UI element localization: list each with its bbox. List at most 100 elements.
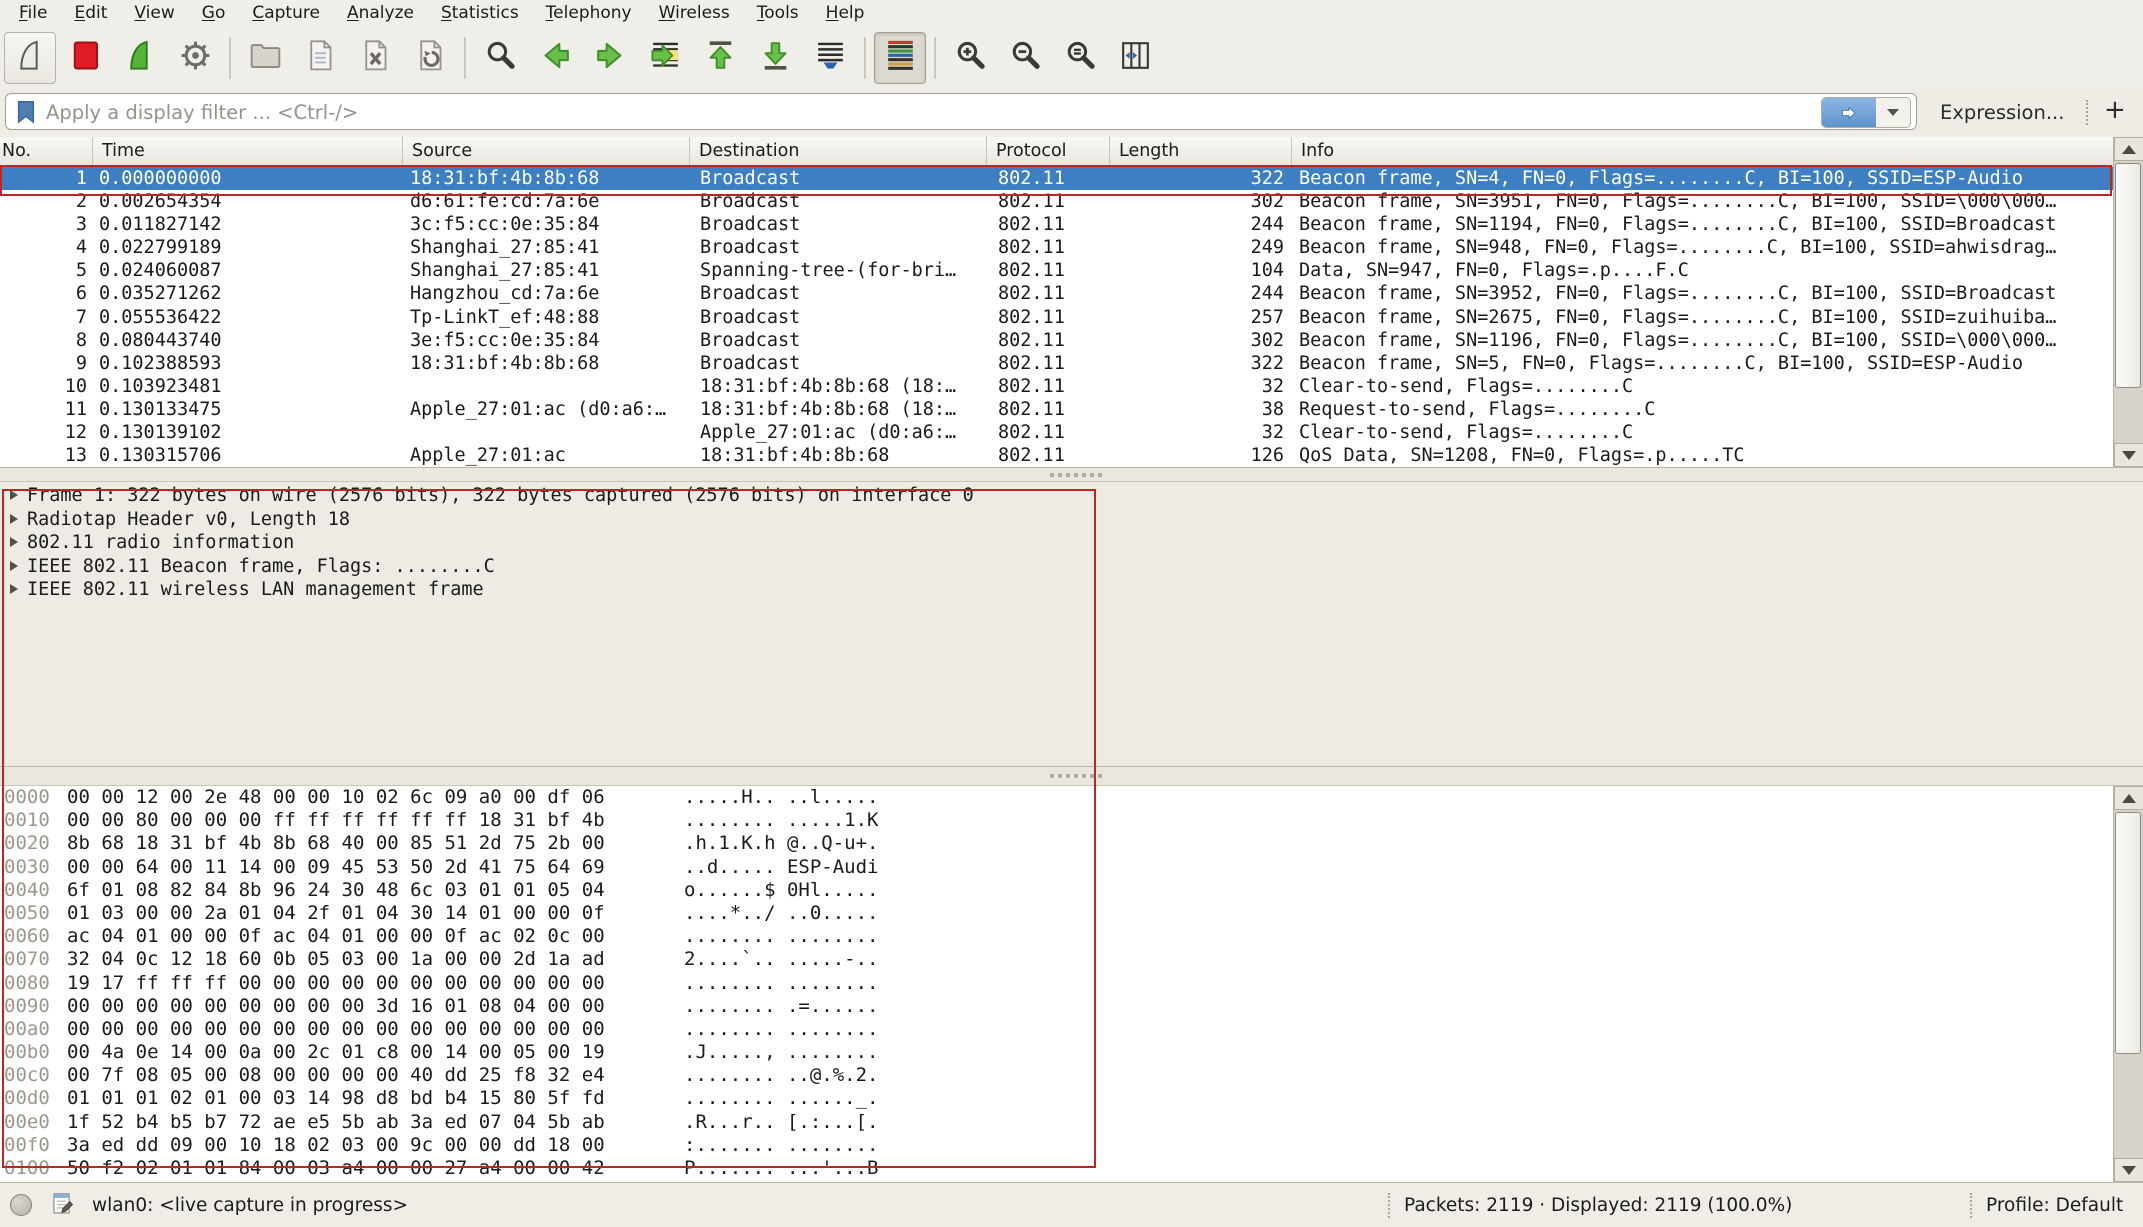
hex-row[interactable]: 0090 00 00 00 00 00 00 00 00 00 3d 16 01… <box>0 995 2113 1018</box>
packet-row[interactable]: 12 0.130139102 Apple_27:01:ac (d0:a6:… 8… <box>0 421 2113 444</box>
close-file-button[interactable] <box>349 32 401 84</box>
add-filter-button[interactable]: + <box>2104 86 2126 134</box>
expander-triangle-icon[interactable] <box>10 514 18 524</box>
menu-item[interactable]: Statistics <box>428 1 533 26</box>
go-first-packet-button[interactable] <box>694 32 746 84</box>
go-last-packet-button[interactable] <box>749 32 801 84</box>
hex-row[interactable]: 0020 8b 68 18 31 bf 4b 8b 68 40 00 85 51… <box>0 832 2113 855</box>
packet-row[interactable]: 8 0.080443740 3e:f5:cc:0e:35:84 Broadcas… <box>0 329 2113 352</box>
hex-row[interactable]: 0070 32 04 0c 12 18 60 0b 05 03 00 1a 00… <box>0 948 2113 971</box>
go-to-packet-button[interactable] <box>639 32 691 84</box>
expander-triangle-icon[interactable] <box>10 490 18 500</box>
packet-row[interactable]: 13 0.130315706 Apple_27:01:ac 18:31:bf:4… <box>0 444 2113 467</box>
splitter-handle[interactable] <box>1050 473 1102 477</box>
detail-tree-line[interactable]: Radiotap Header v0, Length 18 <box>0 508 2143 532</box>
auto-scroll-button[interactable] <box>804 32 856 84</box>
menu-item[interactable]: Edit <box>61 1 121 26</box>
packet-row[interactable]: 9 0.102388593 18:31:bf:4b:8b:68 Broadcas… <box>0 352 2113 375</box>
pane-splitter-top[interactable] <box>0 467 2143 482</box>
menu-item[interactable]: Wireless <box>646 1 744 26</box>
hex-row[interactable]: 00c0 00 7f 08 05 00 08 00 00 00 00 40 dd… <box>0 1064 2113 1087</box>
menu-item[interactable]: Tools <box>744 1 813 26</box>
resize-columns-button[interactable] <box>1109 32 1161 84</box>
scrollbar-thumb[interactable] <box>2115 812 2141 1054</box>
find-packet-button[interactable] <box>474 32 526 84</box>
column-header-destination[interactable]: Destination <box>690 137 987 166</box>
hex-row[interactable]: 00b0 00 4a 0e 14 00 0a 00 2c 01 c8 00 14… <box>0 1041 2113 1064</box>
packet-row[interactable]: 1 0.000000000 18:31:bf:4b:8b:68 Broadcas… <box>0 167 2113 190</box>
detail-tree-line[interactable]: 802.11 radio information <box>0 531 2143 555</box>
column-header-source[interactable]: Source <box>403 137 690 166</box>
expression-button[interactable]: Expression... <box>1940 88 2064 136</box>
display-filter-input-area[interactable] <box>5 93 1917 130</box>
expander-triangle-icon[interactable] <box>10 584 18 594</box>
filter-history-dropdown[interactable] <box>1876 98 1910 127</box>
column-header-info[interactable]: Info <box>1292 137 2113 166</box>
hex-row[interactable]: 0050 01 03 00 00 2a 01 04 2f 01 04 30 14… <box>0 902 2113 925</box>
restart-capture-button[interactable] <box>114 32 166 84</box>
hex-row[interactable]: 0060 ac 04 01 00 00 0f ac 04 01 00 00 0f… <box>0 925 2113 948</box>
capture-comment-icon[interactable] <box>50 1191 77 1223</box>
detail-tree-line[interactable]: Frame 1: 322 bytes on wire (2576 bits), … <box>0 484 2143 508</box>
scroll-down-button[interactable] <box>2114 1158 2143 1182</box>
hex-row[interactable]: 0000 00 00 12 00 2e 48 00 00 10 02 6c 09… <box>0 786 2113 809</box>
expert-info-icon[interactable] <box>10 1194 32 1216</box>
column-header-protocol[interactable]: Protocol <box>987 137 1110 166</box>
packet-row[interactable]: 3 0.011827142 3c:f5:cc:0e:35:84 Broadcas… <box>0 213 2113 236</box>
packet-row[interactable]: 6 0.035271262 Hangzhou_cd:7a:6e Broadcas… <box>0 282 2113 305</box>
zoom-reset-button[interactable] <box>1054 32 1106 84</box>
hex-row[interactable]: 0100 50 f2 02 01 01 84 00 03 a4 00 00 27… <box>0 1157 2113 1180</box>
open-file-button[interactable] <box>239 32 291 84</box>
reload-file-button[interactable] <box>404 32 456 84</box>
packet-row[interactable]: 4 0.022799189 Shanghai_27:85:41 Broadcas… <box>0 236 2113 259</box>
packet-row[interactable]: 11 0.130133475 Apple_27:01:ac (d0:a6:… 1… <box>0 398 2113 421</box>
menu-item[interactable]: Capture <box>239 1 334 26</box>
detail-tree-line[interactable]: IEEE 802.11 Beacon frame, Flags: .......… <box>0 555 2143 579</box>
bytes-pane-scrollbar[interactable] <box>2113 786 2143 1182</box>
stop-capture-button[interactable] <box>59 32 111 84</box>
pane-splitter-bottom[interactable] <box>0 766 2143 786</box>
packet-row[interactable]: 10 0.103923481 18:31:bf:4b:8b:68 (18:… 8… <box>0 375 2113 398</box>
menu-item[interactable]: Telephony <box>533 1 646 26</box>
menu-item[interactable]: Analyze <box>334 1 428 26</box>
hex-row[interactable]: 00d0 01 01 01 02 01 00 03 14 98 d8 bd b4… <box>0 1087 2113 1110</box>
start-capture-button[interactable] <box>4 32 56 84</box>
go-forward-button[interactable] <box>584 32 636 84</box>
menu-item[interactable]: View <box>121 1 188 26</box>
zoom-out-button[interactable] <box>999 32 1051 84</box>
column-header-time[interactable]: Time <box>93 137 403 166</box>
scrollbar-thumb[interactable] <box>2115 163 2141 388</box>
display-filter-input[interactable] <box>44 96 1738 129</box>
scroll-up-button[interactable] <box>2114 786 2143 810</box>
packet-row[interactable]: 2 0.002654354 d6:61:fe:cd:7a:6e Broadcas… <box>0 190 2113 213</box>
apply-filter-button[interactable] <box>1822 98 1876 127</box>
detail-tree-line[interactable]: IEEE 802.11 wireless LAN management fram… <box>0 578 2143 602</box>
menu-item[interactable]: Go <box>189 1 240 26</box>
hex-row[interactable]: 00e0 1f 52 b4 b5 b7 72 ae e5 5b ab 3a ed… <box>0 1111 2113 1134</box>
hex-row[interactable]: 00a0 00 00 00 00 00 00 00 00 00 00 00 00… <box>0 1018 2113 1041</box>
hex-row[interactable]: 0080 19 17 ff ff ff 00 00 00 00 00 00 00… <box>0 972 2113 995</box>
zoom-in-button[interactable] <box>944 32 996 84</box>
go-back-button[interactable] <box>529 32 581 84</box>
bookmark-icon[interactable] <box>15 100 38 129</box>
packet-row[interactable]: 5 0.024060087 Shanghai_27:85:41 Spanning… <box>0 259 2113 282</box>
hex-row[interactable]: 0010 00 00 80 00 00 00 ff ff ff ff ff ff… <box>0 809 2113 832</box>
packet-list-scrollbar[interactable] <box>2113 137 2143 467</box>
hex-row[interactable]: 0030 00 00 64 00 11 14 00 09 45 53 50 2d… <box>0 856 2113 879</box>
menu-item[interactable]: Help <box>813 1 879 26</box>
capture-options-button[interactable] <box>169 32 221 84</box>
save-file-button[interactable] <box>294 32 346 84</box>
scroll-up-button[interactable] <box>2114 137 2143 161</box>
packet-row[interactable]: 7 0.055536422 Tp-LinkT_ef:48:88 Broadcas… <box>0 306 2113 329</box>
colorize-button[interactable] <box>874 32 926 84</box>
column-header-no[interactable]: No. <box>0 137 93 166</box>
splitter-handle[interactable] <box>1050 774 1102 778</box>
expander-triangle-icon[interactable] <box>10 537 18 547</box>
menu-item[interactable]: File <box>6 1 61 26</box>
expander-triangle-icon[interactable] <box>10 561 18 571</box>
scroll-down-button[interactable] <box>2114 443 2143 467</box>
hex-row[interactable]: 0040 6f 01 08 82 84 8b 96 24 30 48 6c 03… <box>0 879 2113 902</box>
hex-row[interactable]: 00f0 3a ed dd 09 00 10 18 02 03 00 9c 00… <box>0 1134 2113 1157</box>
profile-text[interactable]: Profile: Default <box>1986 1183 2123 1227</box>
column-header-length[interactable]: Length <box>1110 137 1292 166</box>
